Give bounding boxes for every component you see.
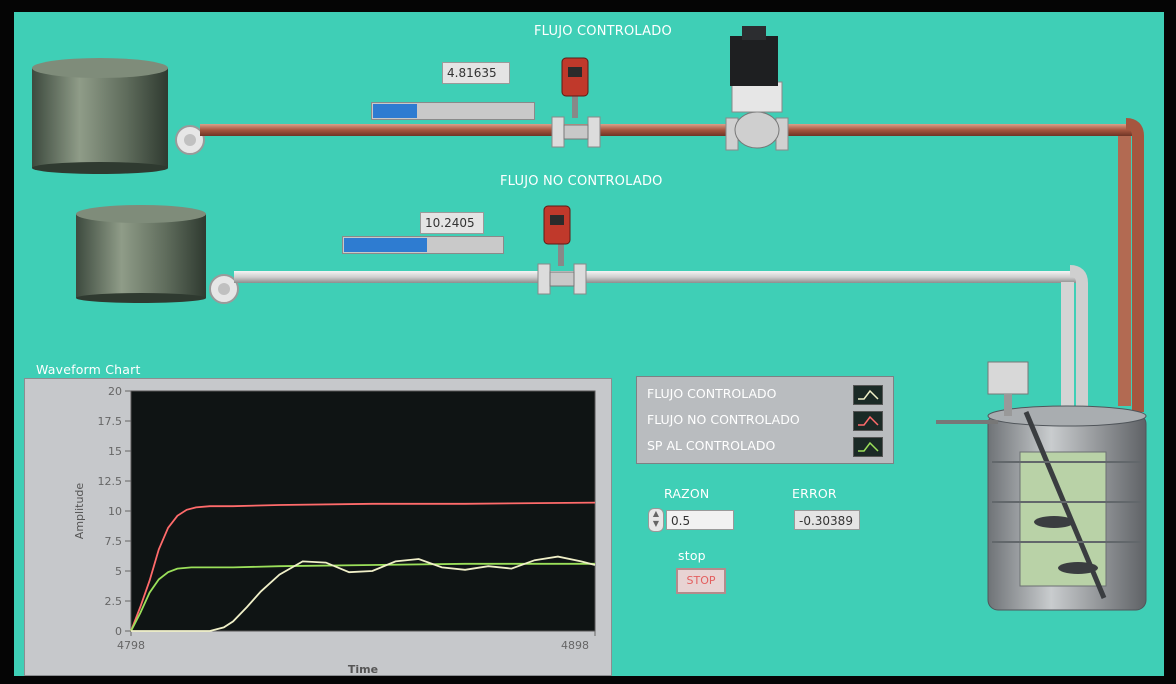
- tank-2: [76, 205, 206, 303]
- legend-label-1: FLUJO CONTROLADO: [647, 386, 777, 401]
- stop-button[interactable]: STOP: [676, 568, 726, 594]
- uncontrolled-flow-bar: [342, 236, 504, 254]
- chart-svg: 0 2.5 5 7.5 10 12.5 15 17.5 20 4798 4898 Time Amplit…: [73, 385, 596, 676]
- razon-stepper[interactable]: ▲ ▼: [648, 508, 664, 532]
- y-tick-label: 17.5: [98, 415, 123, 428]
- legend-row-flujo-no-controlado: FLUJO NO CONTROLADO: [647, 409, 883, 431]
- legend-row-sp-al-controlado: SP AL CONTROLADO: [647, 435, 883, 457]
- waveform-chart[interactable]: 0 2.5 5 7.5 10 12.5 15 17.5 20 4798 4898 Time Amplit…: [24, 378, 612, 676]
- plot-legend[interactable]: FLUJO CONTROLADO FLUJO NO CONTROLADO SP …: [636, 376, 894, 464]
- y-tick-label: 10: [108, 505, 122, 518]
- pump-1: [175, 125, 205, 155]
- razon-input[interactable]: 0.5: [666, 510, 734, 530]
- error-label: ERROR: [792, 486, 837, 501]
- stop-label: stop: [678, 548, 706, 563]
- controlled-flow-title: FLUJO CONTROLADO: [534, 24, 672, 39]
- legend-swatch-1: [853, 385, 883, 405]
- uncontrolled-flow-indicator: 10.2405: [420, 212, 484, 234]
- y-axis-label: Amplitude: [73, 483, 86, 540]
- flow-meter-1: [551, 57, 601, 148]
- y-tick-label: 5: [115, 565, 122, 578]
- tank-1: [32, 58, 168, 174]
- y-tick-label: 2.5: [105, 595, 123, 608]
- hmi-panel: FLUJO CONTROLADO 4.81635 FLUJO NO CONTRO…: [14, 12, 1164, 676]
- pump-2: [209, 274, 239, 304]
- controlled-flow-bar-fill: [373, 104, 417, 118]
- uncontrolled-flow-title: FLUJO NO CONTROLADO: [500, 174, 663, 189]
- x-axis-label: Time: [348, 663, 378, 675]
- y-tick-label: 12.5: [98, 475, 123, 488]
- y-tick-label: 20: [108, 385, 122, 398]
- control-valve: [725, 26, 789, 151]
- legend-label-3: SP AL CONTROLADO: [647, 438, 776, 453]
- x-tick-label: 4798: [117, 639, 145, 652]
- y-tick-label: 15: [108, 445, 122, 458]
- controlled-flow-bar: [371, 102, 535, 120]
- legend-row-flujo-controlado: FLUJO CONTROLADO: [647, 383, 883, 405]
- controlled-flow-indicator: 4.81635: [442, 62, 510, 84]
- chart-title: Waveform Chart: [36, 362, 141, 377]
- razon-label: RAZON: [664, 486, 710, 501]
- x-tick-label: 4898: [561, 639, 589, 652]
- legend-swatch-2: [853, 411, 883, 431]
- legend-label-2: FLUJO NO CONTROLADO: [647, 412, 800, 427]
- plot-area: [130, 390, 596, 632]
- error-indicator: -0.30389: [794, 510, 860, 530]
- y-tick-label: 7.5: [105, 535, 123, 548]
- legend-swatch-3: [853, 437, 883, 457]
- mixer-tank: [936, 361, 1147, 611]
- y-tick-label: 0: [115, 625, 122, 638]
- flow-meter-2: [537, 205, 587, 295]
- uncontrolled-flow-bar-fill: [344, 238, 428, 252]
